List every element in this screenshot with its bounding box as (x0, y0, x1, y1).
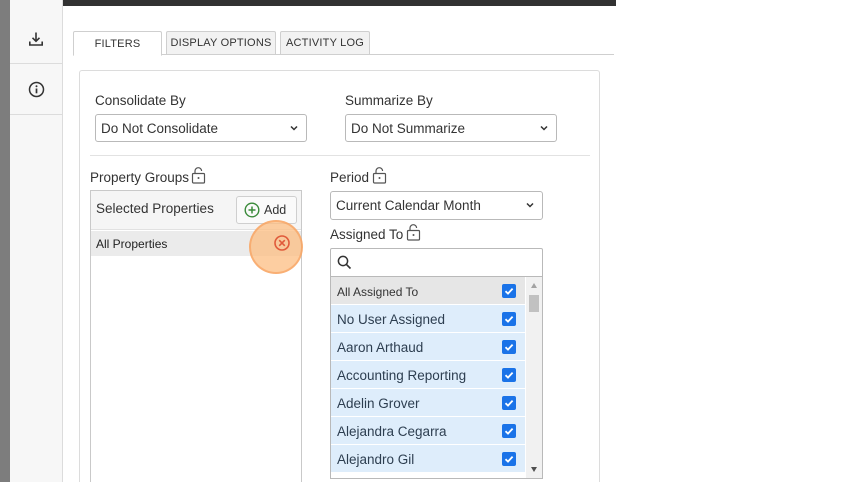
unlock-icon[interactable] (191, 167, 206, 184)
checkmark-icon (504, 287, 514, 295)
checkmark-icon (504, 427, 514, 435)
add-property-button[interactable]: Add (236, 196, 297, 224)
scrollbar-thumb[interactable] (529, 295, 539, 312)
plus-circle-icon (244, 202, 260, 218)
selected-properties-title: Selected Properties (96, 201, 214, 216)
download-icon (29, 32, 43, 46)
tab-display-options[interactable]: DISPLAY OPTIONS (166, 31, 276, 55)
list-item-label: Accounting Reporting (337, 368, 467, 383)
download-button[interactable] (10, 14, 62, 64)
assigned-to-label: Assigned To (330, 227, 404, 242)
checkmark-icon (504, 371, 514, 379)
consolidate-by-select[interactable]: Do Not Consolidate (95, 114, 307, 142)
consolidate-by-label: Consolidate By (95, 93, 186, 108)
assigned-to-search (330, 248, 543, 277)
checkbox-checked[interactable] (502, 284, 516, 298)
remove-icon[interactable] (273, 234, 291, 252)
list-item-label: Alejandra Cegarra (337, 424, 447, 439)
chevron-down-icon (540, 125, 548, 131)
period-select[interactable]: Current Calendar Month (330, 191, 543, 220)
scroll-down-arrow-icon[interactable] (531, 467, 537, 472)
scroll-up-arrow-icon[interactable] (531, 283, 537, 288)
list-item-label: No User Assigned (337, 312, 446, 327)
checkbox-checked[interactable] (502, 424, 516, 438)
add-button-label: Add (264, 203, 287, 217)
list-item[interactable]: All Assigned To (331, 277, 525, 305)
summarize-by-select[interactable]: Do Not Summarize (345, 114, 557, 142)
property-item-label: All Properties (96, 237, 168, 251)
list-item-label: Adelin Grover (337, 396, 420, 411)
checkbox-checked[interactable] (502, 312, 516, 326)
info-button[interactable] (10, 65, 62, 115)
window-edge (0, 0, 10, 482)
top-bar (63, 0, 616, 6)
list-item[interactable]: No User Assigned (331, 305, 525, 333)
filters-panel: Consolidate By Do Not Consolidate Summar… (79, 70, 600, 482)
checkmark-icon (504, 315, 514, 323)
assigned-to-search-input[interactable] (357, 253, 537, 273)
search-icon (337, 255, 352, 270)
property-groups-label: Property Groups (90, 170, 190, 185)
chevron-down-icon (526, 202, 534, 208)
tab-activity-log[interactable]: ACTIVITY LOG (280, 31, 370, 55)
period-value: Current Calendar Month (336, 198, 481, 213)
checkbox-checked[interactable] (502, 368, 516, 382)
consolidate-by-value: Do Not Consolidate (101, 120, 219, 136)
info-icon (28, 81, 44, 98)
list-item[interactable]: Accounting Reporting (331, 361, 525, 389)
checkbox-checked[interactable] (502, 340, 516, 354)
list-item-label: All Assigned To (337, 285, 419, 299)
unlock-icon[interactable] (406, 224, 421, 241)
section-divider (90, 155, 590, 156)
list-item-label: Alejandro Gil (337, 452, 415, 467)
assigned-to-list: All Assigned To No User Assigned Aaron A… (330, 277, 543, 479)
tab-filters[interactable]: FILTERS (73, 31, 162, 56)
checkmark-icon (504, 343, 514, 351)
summarize-by-label: Summarize By (345, 93, 433, 108)
icon-rail (10, 0, 63, 482)
list-scrollbar[interactable] (526, 277, 542, 478)
checkbox-checked[interactable] (502, 396, 516, 410)
unlock-icon[interactable] (372, 167, 387, 184)
period-label: Period (330, 170, 370, 185)
checkmark-icon (504, 455, 514, 463)
main-panel: FILTERS DISPLAY OPTIONS ACTIVITY LOG Con… (63, 0, 616, 482)
list-item[interactable]: Aaron Arthaud (331, 333, 525, 361)
list-item[interactable]: Adelin Grover (331, 389, 525, 417)
list-item[interactable]: Alejandra Cegarra (331, 417, 525, 445)
list-item-label: Aaron Arthaud (337, 340, 424, 355)
chevron-down-icon (290, 125, 298, 131)
checkmark-icon (504, 399, 514, 407)
checkbox-checked[interactable] (502, 452, 516, 466)
list-item[interactable]: Alejandro Gil (331, 445, 525, 473)
summarize-by-value: Do Not Summarize (351, 120, 466, 136)
